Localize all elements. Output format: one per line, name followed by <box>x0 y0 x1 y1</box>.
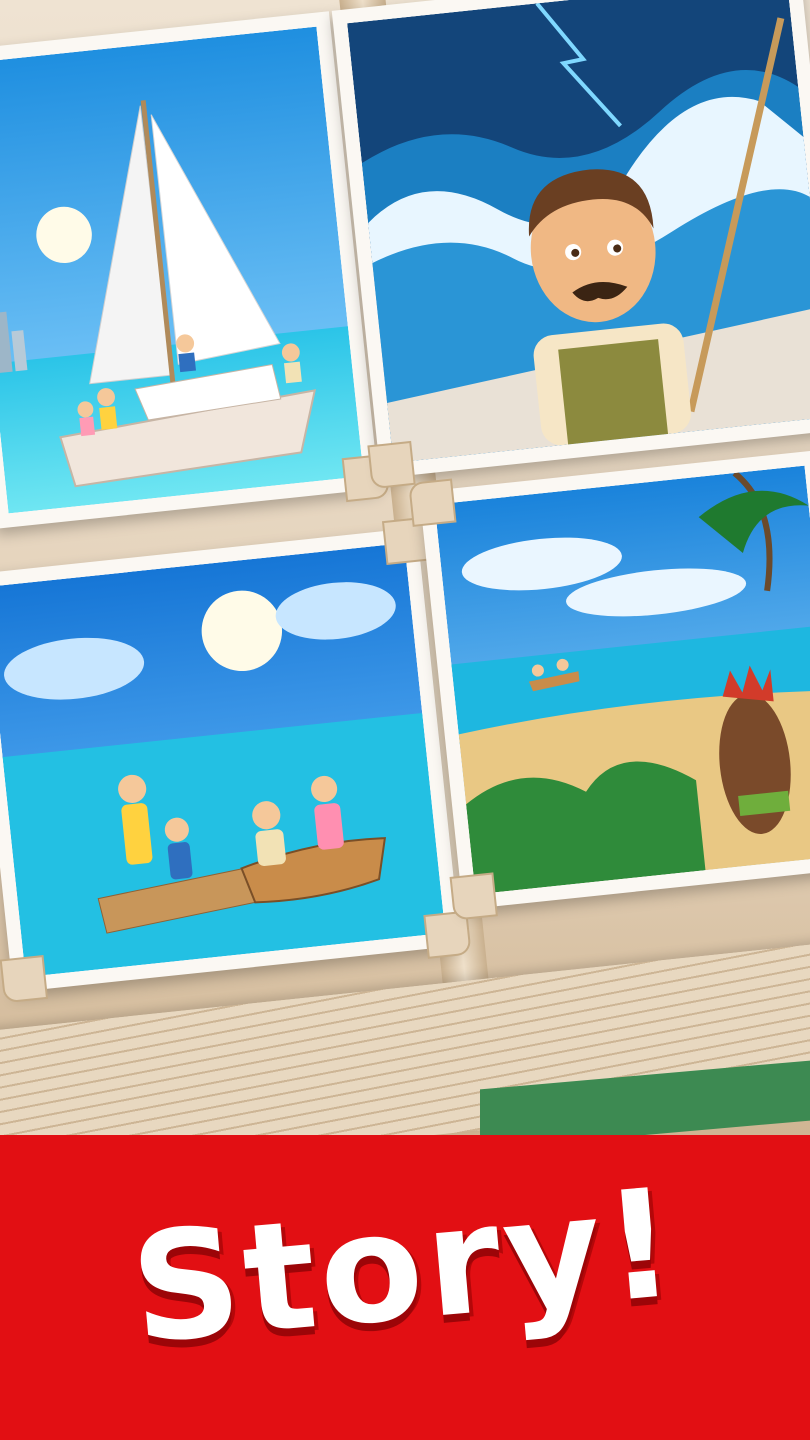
island-beach-native-icon <box>434 465 810 895</box>
photo-corner <box>367 440 416 490</box>
photo-storm <box>331 0 810 490</box>
photo-corner <box>408 478 457 527</box>
photo-corner <box>0 955 49 1004</box>
photo-raft <box>0 516 472 1004</box>
photo-sailboat <box>0 11 391 529</box>
raft-and-rowboat-icon <box>0 543 446 977</box>
storm-wave-sailor-icon <box>347 0 810 463</box>
photo-island <box>408 450 810 921</box>
sailboat-family-icon <box>0 26 364 514</box>
photo-album <box>0 0 810 1135</box>
photo-corner <box>449 872 498 921</box>
